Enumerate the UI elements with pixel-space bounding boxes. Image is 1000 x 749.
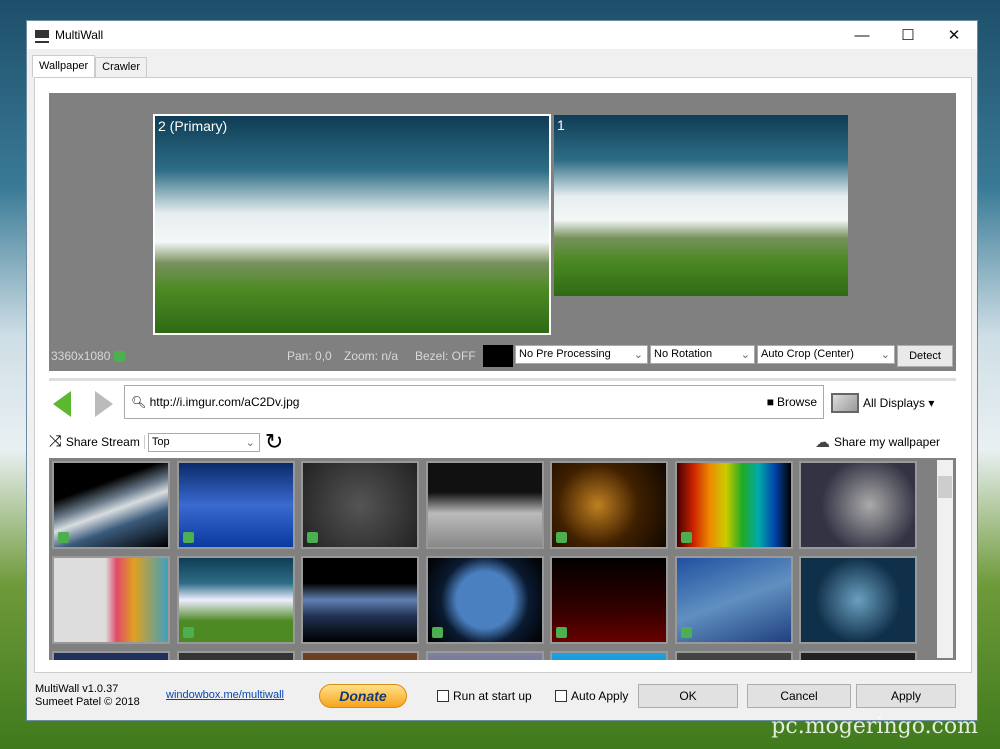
wallpaper-thumbnail[interactable] <box>52 651 170 660</box>
ok-button[interactable]: OK <box>638 684 738 708</box>
watermark: pc.mogeringo.com <box>771 714 978 739</box>
shuffle-icon[interactable]: ⤨ <box>49 433 62 451</box>
pre-processing-select[interactable]: No Pre Processing ⌄ <box>515 345 648 364</box>
monitor-1-preview[interactable]: 1 <box>554 115 848 296</box>
monitor-icon <box>831 393 859 413</box>
detect-button[interactable]: Detect <box>897 345 953 367</box>
app-icon <box>35 29 49 41</box>
background-color-picker[interactable] <box>483 345 513 367</box>
tab-crawler[interactable]: Crawler <box>95 57 148 77</box>
cancel-button[interactable]: Cancel <box>747 684 851 708</box>
share-stream-button[interactable]: Share Stream <box>66 435 145 449</box>
next-arrow-icon[interactable] <box>95 391 113 417</box>
multiwall-window: MultiWall — ☐ ✕ Wallpaper Crawler 2 (Pri… <box>26 20 978 721</box>
minimize-button[interactable]: — <box>839 21 885 49</box>
thumbs-up-icon <box>680 627 692 638</box>
wallpaper-thumbnail[interactable] <box>425 651 544 660</box>
pan-label: Pan: 0,0 <box>287 349 332 363</box>
grid-scrollbar[interactable] <box>937 460 953 658</box>
wallpaper-thumbnail[interactable] <box>301 461 419 549</box>
splitter-handle[interactable] <box>49 378 956 381</box>
thumbs-up-icon <box>556 532 567 543</box>
search-icon: 🔍︎ <box>131 395 150 409</box>
website-link[interactable]: windowbox.me/multiwall <box>166 689 284 701</box>
wallpaper-thumbnail[interactable] <box>176 556 295 644</box>
sort-select[interactable]: Top ⌄ <box>147 432 260 452</box>
thumbs-up-icon <box>307 532 318 543</box>
bezel-label[interactable]: Bezel: OFF <box>415 349 476 363</box>
wallpaper-thumbnail[interactable] <box>799 556 917 644</box>
author-label: Sumeet Patel © 2018 <box>35 696 140 708</box>
url-input[interactable]: 🔍︎ http://i.imgur.com/aC2Dv.jpg ■ Browse <box>124 385 824 419</box>
wallpaper-thumbnail[interactable] <box>550 461 668 549</box>
previous-arrow-icon[interactable] <box>53 391 71 417</box>
auto-apply-checkbox[interactable]: Auto Apply <box>555 689 628 703</box>
wallpaper-thumbnail[interactable] <box>550 651 668 660</box>
wallpaper-thumbnail[interactable] <box>425 556 544 644</box>
url-value: http://i.imgur.com/aC2Dv.jpg <box>149 395 300 409</box>
wallpaper-thumbnail[interactable] <box>799 461 917 549</box>
maximize-button[interactable]: ☐ <box>885 21 931 49</box>
thumbs-up-icon <box>113 351 125 363</box>
monitor-label: 1 <box>557 117 565 133</box>
thumbs-up-icon <box>431 627 443 638</box>
donate-button[interactable]: Donate <box>319 684 407 708</box>
wallpaper-thumbnail[interactable] <box>674 461 793 549</box>
wallpaper-thumbnail[interactable] <box>550 556 668 644</box>
wallpaper-thumbnail[interactable] <box>176 461 295 549</box>
wallpaper-thumbnail[interactable] <box>301 651 419 660</box>
close-button[interactable]: ✕ <box>931 21 977 49</box>
wallpaper-thumbnail[interactable] <box>799 651 917 660</box>
run-at-startup-checkbox[interactable]: Run at start up <box>437 689 532 703</box>
wallpaper-thumbnail[interactable] <box>674 651 793 660</box>
thumbs-up-icon <box>182 532 194 543</box>
version-label: MultiWall v1.0.37 <box>35 683 119 695</box>
wallpaper-panel: 2 (Primary) 1 3360x1080 Pan: 0,0 Zoom: n… <box>34 77 972 673</box>
wallpaper-thumbnail[interactable] <box>301 556 419 644</box>
display-select[interactable]: All Displays ▾ <box>831 393 934 413</box>
monitor-label: 2 (Primary) <box>158 118 228 134</box>
thumbs-up-icon <box>556 627 567 638</box>
rotation-select[interactable]: No Rotation ⌄ <box>650 345 755 364</box>
thumbs-up-icon <box>680 532 692 543</box>
resolution-label: 3360x1080 <box>51 349 125 363</box>
wallpaper-thumbnail[interactable] <box>52 556 170 644</box>
apply-button[interactable]: Apply <box>856 684 956 708</box>
thumbs-up-icon <box>58 532 69 543</box>
wallpaper-thumbnail[interactable] <box>52 461 170 549</box>
thumbs-up-icon <box>182 627 194 638</box>
wallpaper-thumbnail[interactable] <box>425 461 544 549</box>
wallpaper-thumbnail[interactable] <box>176 651 295 660</box>
monitor-preview: 2 (Primary) 1 3360x1080 Pan: 0,0 Zoom: n… <box>49 93 956 371</box>
zoom-label: Zoom: n/a <box>344 349 399 363</box>
wallpaper-thumbnail[interactable] <box>674 556 793 644</box>
refresh-icon[interactable]: ↻ <box>265 429 283 455</box>
wallpaper-grid <box>49 458 956 660</box>
share-wallpaper-button[interactable]: ☁ Share my wallpaper <box>815 433 940 451</box>
folder-icon: ■ <box>766 395 774 409</box>
cloud-upload-icon: ☁ <box>814 434 830 451</box>
browse-button[interactable]: ■ Browse <box>767 395 817 409</box>
window-title: MultiWall <box>55 28 104 42</box>
monitor-2-preview[interactable]: 2 (Primary) <box>153 114 551 335</box>
title-bar: MultiWall — ☐ ✕ <box>27 21 977 49</box>
tab-wallpaper[interactable]: Wallpaper <box>32 55 96 77</box>
crop-select[interactable]: Auto Crop (Center) ⌄ <box>757 345 895 364</box>
